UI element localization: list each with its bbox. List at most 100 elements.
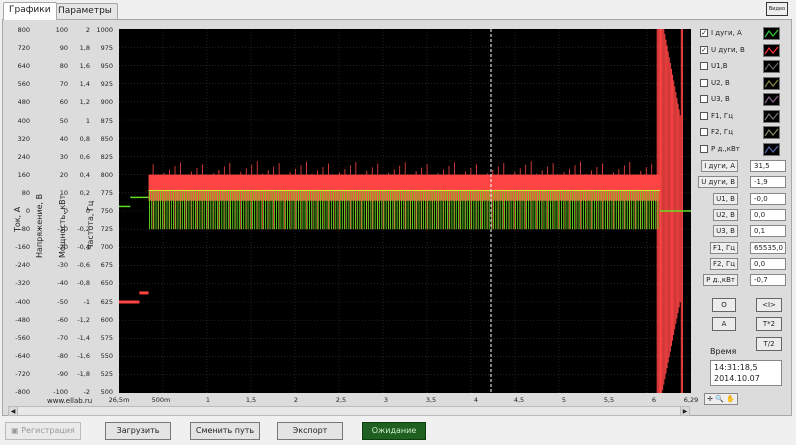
legend-label: U3, В — [711, 95, 730, 103]
value-field: -0,0 — [750, 192, 786, 205]
y-tick-frequency: 650 — [100, 279, 113, 288]
value-label: I дуги, А — [701, 160, 738, 172]
tab-parameters[interactable]: Параметры — [52, 3, 118, 19]
value-field: -0,7 — [750, 274, 786, 287]
value-row: F1, Гц 65535,0 — [702, 241, 786, 254]
y-tick-current: 640 — [17, 62, 30, 71]
register-icon: ▣ — [11, 426, 22, 435]
cursor-button[interactable]: <I> — [756, 298, 782, 312]
y-tick-current: 560 — [17, 80, 30, 89]
axis-title-frequency: Частота, Гц — [86, 200, 95, 250]
axis-title-current: Ток, А — [13, 206, 22, 232]
y-tick-power: -1,2 — [77, 315, 90, 324]
y-tick-voltage: -100 — [53, 388, 68, 396]
y-tick-voltage: 80 — [59, 62, 68, 71]
legend-swatch-icon — [763, 76, 780, 90]
t-times2-button[interactable]: T*2 — [756, 317, 782, 331]
y-tick-current: 400 — [17, 116, 30, 125]
y-tick-frequency: 800 — [100, 170, 113, 179]
y-tick-frequency: 975 — [100, 44, 113, 53]
legend-checkbox[interactable]: ✓ — [700, 45, 708, 54]
y-tick-power: 1,2 — [79, 98, 90, 107]
x-tick: 26,5m — [108, 396, 130, 404]
y-tick-frequency: 575 — [100, 333, 113, 342]
y-tick-power: -1,4 — [77, 333, 90, 342]
x-tick: 5,5 — [603, 396, 615, 404]
value-label: U дуги, В — [698, 176, 738, 189]
y-tick-power: -1,8 — [77, 369, 90, 378]
y-tick-current: -640 — [15, 351, 30, 360]
y-tick-voltage: 40 — [59, 134, 68, 143]
load-button[interactable]: Загрузить — [105, 422, 171, 440]
y-tick-power: -0,8 — [77, 279, 90, 288]
legend-item[interactable]: ✓ I дуги, А — [700, 27, 780, 41]
y-tick-power: 1,8 — [79, 44, 90, 53]
legend-label: F1, Гц — [711, 111, 733, 120]
scroll-right-icon[interactable]: ▶ — [680, 406, 690, 416]
y-tick-current: -240 — [15, 261, 30, 270]
video-button[interactable]: Видео — [766, 2, 788, 16]
legend-item[interactable]: U2, В — [700, 76, 780, 91]
waveform-plot[interactable] — [119, 29, 691, 393]
y-tick-current: 320 — [17, 134, 30, 143]
y-tick-power: 1,4 — [79, 80, 90, 89]
value-field: 65535,0 — [750, 241, 786, 254]
y-tick-voltage: -60 — [57, 315, 68, 324]
legend-checkbox[interactable] — [700, 95, 708, 103]
y-tick-voltage: -80 — [57, 351, 68, 360]
waiting-button[interactable]: Ожидание — [362, 422, 426, 440]
legend-label: U1,В — [711, 62, 728, 70]
legend-swatch-icon — [763, 126, 780, 139]
axis-title-voltage: Напряжение, В — [35, 193, 44, 258]
zero-button[interactable]: O — [712, 298, 736, 312]
value-label: F2, Гц — [710, 257, 738, 270]
y-tick-power: -0,6 — [77, 261, 90, 270]
tab-graphs[interactable]: Графики — [3, 2, 57, 20]
legend-item[interactable]: F1, Гц — [700, 109, 780, 124]
x-tick: 6 — [651, 396, 657, 404]
value-field: 0,1 — [750, 225, 786, 238]
value-row: Р д.,кВт -0,7 — [702, 274, 786, 287]
y-tick-frequency: 600 — [100, 315, 113, 324]
legend-checkbox[interactable] — [700, 128, 708, 136]
change-path-button[interactable]: Сменить путь — [190, 422, 260, 440]
value-row: I дуги, А 31,5 — [701, 160, 786, 172]
legend-checkbox[interactable]: ✓ — [700, 29, 708, 37]
t-div2-button[interactable]: T/2 — [756, 337, 782, 351]
legend-checkbox[interactable] — [700, 62, 708, 70]
legend-item[interactable]: Р д.,кВт — [700, 142, 780, 157]
a-button[interactable]: A — [712, 317, 736, 331]
y-tick-voltage: 50 — [59, 116, 68, 125]
legend-item[interactable]: U3, В — [700, 93, 780, 107]
y-tick-frequency: 625 — [100, 297, 113, 306]
scroll-left-icon[interactable]: ◀ — [8, 406, 18, 416]
legend-item[interactable]: ✓ U дуги, В — [700, 43, 780, 58]
y-tick-frequency: 825 — [100, 152, 113, 161]
legend-label: U дуги, В — [711, 45, 745, 54]
x-tick: 500m — [151, 396, 171, 404]
export-button[interactable]: Экспорт — [277, 422, 343, 440]
y-tick-frequency: 525 — [100, 369, 113, 378]
legend-checkbox[interactable] — [700, 144, 708, 153]
time-label: Время — [710, 347, 737, 356]
y-tick-frequency: 850 — [100, 134, 113, 143]
legend-checkbox[interactable] — [700, 111, 708, 120]
value-row: U1, В -0,0 — [702, 192, 786, 205]
legend-checkbox[interactable] — [700, 78, 708, 87]
time-display: 14:31:18,5 2014.10.07 — [710, 360, 782, 386]
y-tick-voltage: -70 — [57, 333, 68, 342]
time-scrollbar[interactable]: ◀ ▶ — [8, 406, 690, 416]
legend-item[interactable]: U1,В — [700, 60, 780, 74]
y-tick-frequency: 900 — [100, 98, 113, 107]
x-tick: 3 — [383, 396, 389, 404]
register-button[interactable]: ▣ Регистрация — [5, 422, 81, 440]
value-label: Р д.,кВт — [703, 274, 738, 287]
legend-label: I дуги, А — [711, 29, 742, 37]
value-label: U2, В — [713, 208, 738, 221]
legend-item[interactable]: F2, Гц — [700, 126, 780, 140]
value-field: 31,5 — [750, 160, 786, 172]
zoom-tools[interactable]: ✛ 🔍 ✋ — [704, 393, 738, 405]
y-tick-current: -400 — [15, 297, 30, 306]
legend-swatch-icon — [763, 27, 780, 40]
y-tick-voltage: -50 — [57, 297, 68, 306]
